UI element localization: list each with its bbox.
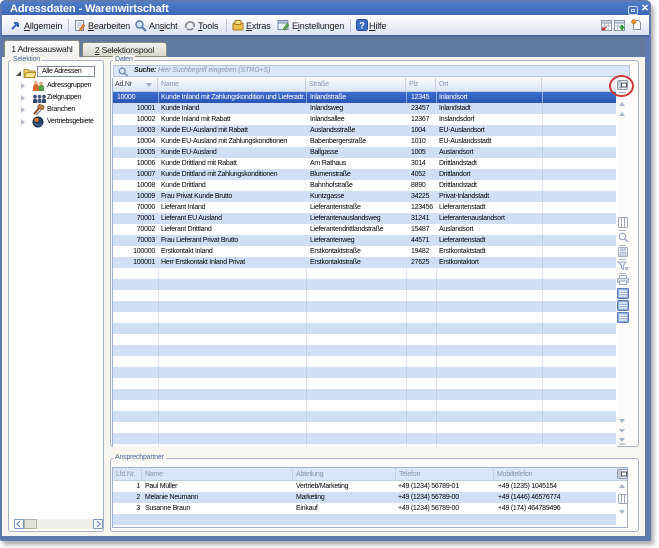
svg-text:?: ? [359,21,365,31]
